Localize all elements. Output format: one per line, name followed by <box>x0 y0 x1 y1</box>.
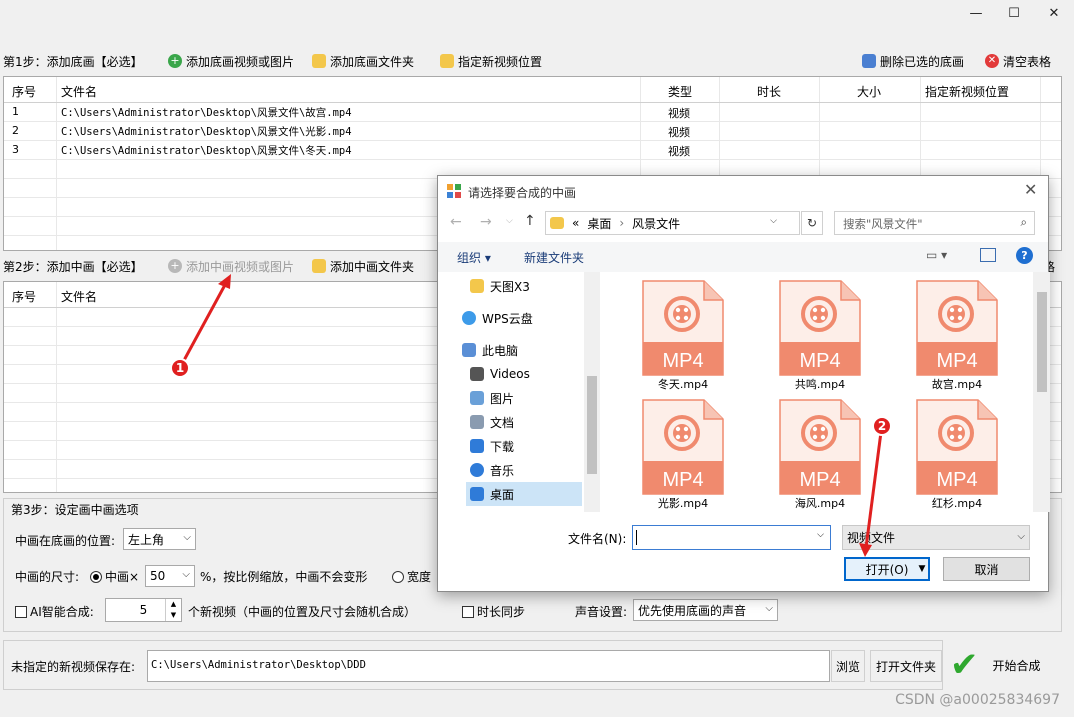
watermark: CSDN @a00025834697 <box>895 692 1060 708</box>
annotation-arrows <box>180 274 883 557</box>
annotation-badge-1: 1 <box>170 358 190 378</box>
annotation-badge-2: 2 <box>872 416 892 436</box>
